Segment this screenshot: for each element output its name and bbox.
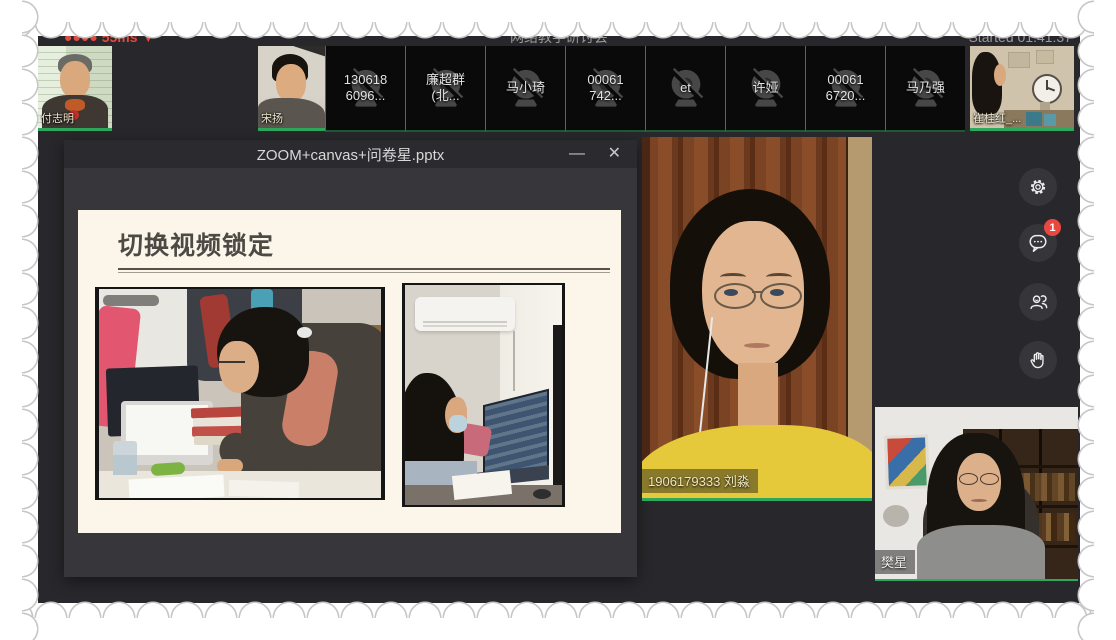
wall-clock bbox=[1032, 74, 1062, 104]
pencil-case bbox=[151, 462, 186, 476]
paper bbox=[229, 480, 300, 498]
participant-tile-muted-1[interactable]: 1306186096... bbox=[325, 46, 405, 132]
slide-photo-student-laptop bbox=[402, 283, 565, 507]
clock-hand bbox=[1046, 87, 1055, 92]
participant-tile-muted-3[interactable]: 马小琦 bbox=[485, 46, 565, 132]
chat-bubble-icon bbox=[1027, 232, 1049, 254]
participant-name: et bbox=[646, 46, 725, 130]
teal-box bbox=[1026, 112, 1042, 126]
participant-name: 00061742... bbox=[566, 46, 645, 130]
eyebrow bbox=[766, 273, 792, 281]
participant-tile-muted-5[interactable]: et bbox=[645, 46, 725, 132]
settings-button[interactable] bbox=[1019, 168, 1057, 206]
participant-tile-muted-6[interactable]: 许娅 bbox=[725, 46, 805, 132]
wall-painting bbox=[884, 434, 930, 490]
participant-tile-cuiguihong[interactable]: 崔桂红_... bbox=[970, 46, 1074, 131]
close-button[interactable]: ✕ bbox=[608, 143, 621, 165]
participant-name: 付志明 bbox=[41, 110, 74, 126]
slide-photo-student-desk bbox=[95, 287, 385, 500]
slide-heading: 切换视频锁定 bbox=[118, 226, 274, 262]
participant-tile-muted-7[interactable]: 000616720... bbox=[805, 46, 885, 132]
chat-unread-badge: 1 bbox=[1044, 219, 1061, 236]
glasses-right-lens bbox=[760, 283, 802, 309]
shared-presentation-window: ZOOM+canvas+问卷星.pptx — ✕ 切换视频锁定 bbox=[64, 140, 637, 577]
participant-strip: 付志明 宋扬 1306186096... 廉超群(北... bbox=[38, 46, 1080, 134]
meeting-started-time: Started 01:41:37 bbox=[968, 36, 1072, 46]
participant-name: 崔桂红_... bbox=[973, 110, 1021, 126]
participant-tile-fuzhiming[interactable]: 付志明 bbox=[38, 46, 112, 131]
glasses-left-lens bbox=[959, 473, 978, 485]
glasses-bridge bbox=[752, 291, 762, 293]
participant-name: 廉超群(北... bbox=[406, 46, 485, 130]
door-edge bbox=[642, 137, 650, 501]
participant-tile-muted-4[interactable]: 00061742... bbox=[565, 46, 645, 132]
presentation-titlebar[interactable]: ZOOM+canvas+问卷星.pptx — ✕ bbox=[64, 140, 637, 168]
eyebrow bbox=[720, 273, 746, 281]
mouth bbox=[744, 343, 770, 348]
raise-hand-button[interactable] bbox=[1019, 341, 1057, 379]
wall-frame bbox=[1036, 50, 1054, 64]
meeting-topbar: ●●●● 55ms ▼ 网络教学研讨会 Started 01:41:37 bbox=[38, 36, 1080, 46]
participants-icon bbox=[1027, 291, 1049, 313]
ac-cable bbox=[513, 331, 515, 391]
heading-underline bbox=[118, 268, 610, 270]
gear-icon bbox=[1027, 176, 1049, 198]
wall-frame bbox=[1008, 52, 1030, 68]
presentation-filename: ZOOM+canvas+问卷星.pptx bbox=[257, 144, 445, 165]
glasses-left-lens bbox=[714, 283, 756, 309]
air-conditioner bbox=[415, 297, 515, 331]
participant-name: 1306186096... bbox=[326, 46, 405, 130]
lace-border-bottom bbox=[0, 598, 1116, 640]
face-mask bbox=[449, 415, 467, 432]
face bbox=[60, 61, 90, 98]
neck bbox=[738, 363, 778, 429]
teal-box bbox=[1044, 114, 1056, 126]
mouse bbox=[533, 489, 551, 499]
eye bbox=[770, 289, 784, 296]
student-face bbox=[219, 341, 259, 393]
water bbox=[113, 455, 137, 475]
ac-vent bbox=[423, 321, 507, 323]
heading-underline-2 bbox=[118, 272, 610, 273]
secondary-video[interactable]: 樊星 bbox=[875, 407, 1078, 581]
zoom-meeting-window: ●●●● 55ms ▼ 网络教学研讨会 Started 01:41:37 付志明 bbox=[38, 36, 1080, 603]
ac-vent bbox=[423, 325, 507, 327]
paper bbox=[128, 475, 224, 500]
laptop-lid-edge bbox=[553, 325, 563, 495]
raised-hand-icon bbox=[1027, 349, 1049, 371]
screenshot-stage: ●●●● 55ms ▼ 网络教学研讨会 Started 01:41:37 付志明 bbox=[0, 0, 1116, 640]
participant-name: 宋扬 bbox=[261, 110, 283, 126]
main-speaker-video[interactable]: 1906179333 刘淼 bbox=[642, 137, 872, 501]
meeting-title: 网络教学研讨会 bbox=[510, 36, 608, 46]
participant-name: 马乃强 bbox=[886, 46, 965, 130]
face bbox=[276, 64, 306, 102]
chat-button[interactable]: 1 bbox=[1019, 224, 1057, 262]
gray-object bbox=[883, 505, 909, 527]
participant-name: 马小琦 bbox=[486, 46, 565, 130]
participant-tile-muted-2[interactable]: 廉超群(北... bbox=[405, 46, 485, 132]
lace-border-left bbox=[0, 0, 42, 640]
gray-top bbox=[917, 525, 1045, 581]
participant-tile-muted-8[interactable]: 马乃强 bbox=[885, 46, 965, 132]
participants-button[interactable] bbox=[1019, 283, 1057, 321]
hair-scrunchie bbox=[297, 327, 312, 338]
eye bbox=[724, 289, 738, 296]
speaker-name-label: 1906179333 刘淼 bbox=[642, 469, 758, 493]
slide-canvas: 切换视频锁定 bbox=[78, 210, 621, 533]
mouth bbox=[971, 499, 987, 502]
network-quality-indicator: ●●●● 55ms ▼ bbox=[64, 36, 155, 46]
water-glass bbox=[113, 441, 137, 475]
secondary-name-label: 樊星 bbox=[875, 550, 915, 574]
glasses-right-lens bbox=[980, 473, 999, 485]
participant-name: 许娅 bbox=[726, 46, 805, 130]
camera-watermark bbox=[103, 295, 159, 306]
glasses bbox=[218, 361, 245, 363]
participant-name: 000616720... bbox=[806, 46, 885, 130]
face bbox=[994, 64, 1006, 86]
lace-border-right bbox=[1074, 0, 1116, 640]
minimize-button[interactable]: — bbox=[569, 143, 585, 165]
participant-tile-songyang[interactable]: 宋扬 bbox=[258, 46, 325, 131]
